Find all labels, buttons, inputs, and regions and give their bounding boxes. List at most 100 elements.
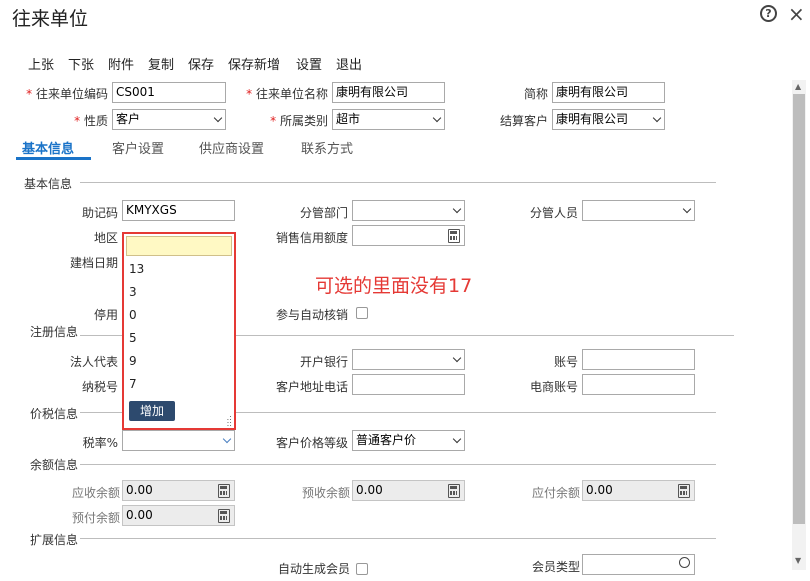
tab-customer-settings[interactable]: 客户设置 [112,138,164,157]
dropdown-option[interactable]: 9 [129,354,137,368]
section-balance-info: 余额信息 [30,458,79,472]
name-label: * 往来单位名称 [246,87,328,101]
name-input[interactable]: 康明有限公司 [332,82,445,103]
chevron-down-icon [452,204,462,214]
close-icon[interactable]: × [788,2,805,26]
prereceive-balance-label: 预收余额 [301,486,350,500]
mnemonic-input[interactable]: KMYXGS [122,200,235,221]
nature-select[interactable]: 客户 [112,109,226,130]
section-divider [80,182,716,183]
active-tab-underline [16,157,91,160]
tax-rate-dropdown-list: 13 3 0 5 9 7 增加 .::: [122,232,236,430]
search-icon[interactable] [679,557,690,568]
chevron-down-icon [432,113,442,123]
dropdown-option[interactable]: 5 [129,331,137,345]
member-type-input[interactable] [582,554,695,575]
scrollbar-thumb[interactable] [793,94,805,524]
section-divider [80,538,716,539]
scroll-up-icon[interactable]: ▲ [795,82,801,91]
toolbar-save-button[interactable]: 保存 [188,54,214,73]
dropdown-option[interactable]: 0 [129,308,137,322]
chevron-down-icon [652,113,662,123]
category-select[interactable]: 超市 [332,109,445,130]
dropdown-option[interactable]: 13 [129,262,144,276]
toolbar-prev-button[interactable]: 上张 [28,54,54,73]
account-label: 账号 [553,355,578,369]
category-label: * 所属类别 [270,114,328,128]
toolbar-copy-button[interactable]: 复制 [148,54,174,73]
chevron-down-icon [222,434,232,444]
ecom-account-label: 电商账号 [529,380,578,394]
tab-basic-info[interactable]: 基本信息 [22,138,74,157]
mnemonic-label: 助记码 [81,206,118,220]
area-label: 地区 [93,231,118,245]
toolbar-save-new-button[interactable]: 保存新增 [228,54,280,73]
prepay-balance-label: 预付余额 [71,511,120,525]
receivable-balance-label: 应收余额 [71,486,120,500]
credit-limit-input[interactable] [352,225,465,246]
member-type-label: 会员类型 [531,560,580,574]
toolbar-exit-button[interactable]: 退出 [336,54,362,73]
calculator-icon[interactable] [448,229,460,243]
dropdown-option[interactable]: 3 [129,285,137,299]
prepay-balance-input: 0.00 [122,505,235,526]
toolbar-attachment-button[interactable]: 附件 [108,54,134,73]
chevron-down-icon [452,434,462,444]
short-name-input[interactable]: 康明有限公司 [552,82,665,103]
payable-balance-label: 应付余额 [531,486,580,500]
settle-customer-select[interactable]: 康明有限公司 [552,109,665,130]
help-icon[interactable]: ? [760,5,777,22]
bank-select[interactable] [352,349,465,370]
annotation-text: 可选的里面没有17 [315,275,473,297]
receivable-balance-input: 0.00 [122,480,235,501]
dept-select[interactable] [352,200,465,221]
nature-label: * 性质 [74,114,108,128]
auto-member-label: 自动生成会员 [277,562,350,576]
code-input[interactable]: CS001 [112,82,226,103]
address-phone-input[interactable] [352,374,465,395]
price-level-label: 客户价格等级 [275,436,348,450]
calculator-icon [678,484,690,498]
bank-label: 开户银行 [299,355,348,369]
add-option-button[interactable]: 增加 [129,401,175,421]
legal-rep-label: 法人代表 [69,355,118,369]
auto-verify-checkbox[interactable] [356,307,368,319]
staff-select[interactable] [582,200,695,221]
section-price-tax-info: 价税信息 [30,407,79,421]
auto-member-checkbox[interactable] [356,563,368,575]
auto-verify-label: 参与自动核销 [275,308,348,322]
short-name-label: 简称 [523,87,548,101]
disabled-label: 停用 [93,308,118,322]
calculator-icon [448,484,460,498]
scroll-down-icon[interactable]: ▼ [795,556,801,565]
calculator-icon [218,484,230,498]
window-title: 往来单位 [12,8,89,30]
chevron-down-icon [452,353,462,363]
account-input[interactable] [582,349,695,370]
chevron-down-icon [213,113,223,123]
tax-rate-select[interactable] [122,430,235,451]
code-label: * 往来单位编码 [26,87,108,101]
tax-rate-label: 税率% [82,436,118,450]
payable-balance-input: 0.00 [582,480,695,501]
settle-customer-label: 结算客户 [499,114,548,128]
chevron-down-icon [682,204,692,214]
tab-contact[interactable]: 联系方式 [301,138,353,157]
calculator-icon [218,509,230,523]
resize-grip-icon[interactable]: .::: [227,414,232,428]
staff-label: 分管人员 [529,206,578,220]
dropdown-search-input[interactable] [126,236,232,256]
section-divider [80,464,716,465]
address-phone-label: 客户地址电话 [275,380,348,394]
section-register-info: 注册信息 [30,325,79,339]
price-level-select[interactable]: 普通客户价 [352,430,465,451]
dropdown-option[interactable]: 7 [129,377,137,391]
toolbar-settings-button[interactable]: 设置 [296,54,322,73]
section-extend-info: 扩展信息 [30,533,79,547]
tab-supplier-settings[interactable]: 供应商设置 [199,138,264,157]
ecom-account-input[interactable] [582,374,695,395]
toolbar-next-button[interactable]: 下张 [68,54,94,73]
created-date-label: 建档日期 [69,256,118,270]
tax-number-label: 纳税号 [81,380,118,394]
section-basic-info: 基本信息 [24,177,73,191]
